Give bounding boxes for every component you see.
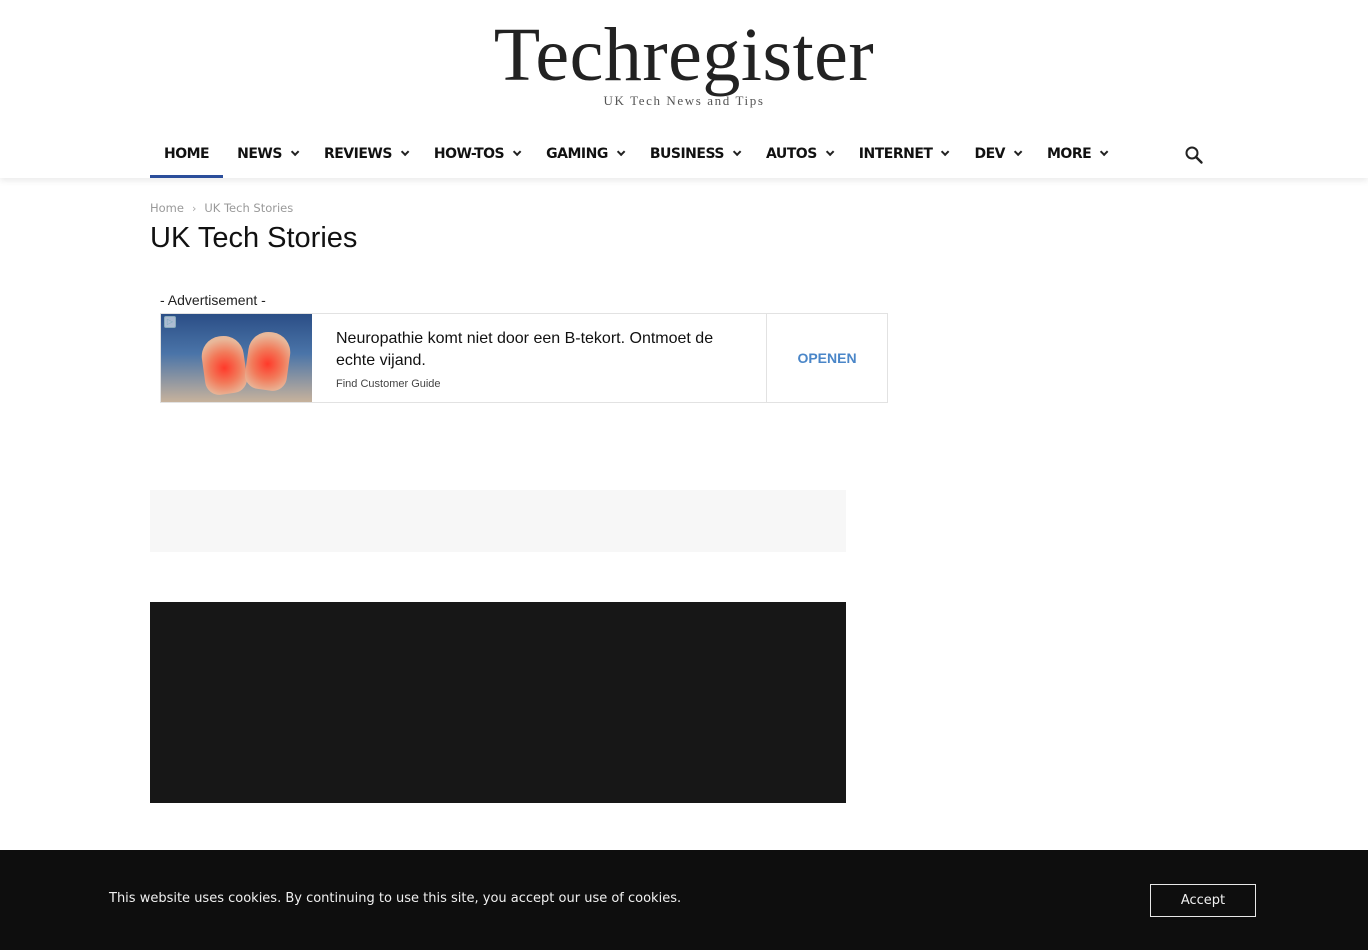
breadcrumb-separator: ›: [191, 201, 197, 215]
ad-image[interactable]: ▷: [161, 314, 312, 402]
nav-item-label: INTERNET: [858, 146, 933, 162]
breadcrumb-home-link[interactable]: Home: [150, 201, 184, 215]
nav-item-more[interactable]: MORE: [1033, 130, 1119, 178]
ad-text[interactable]: Neuropathie komt niet door een B-tekort.…: [312, 314, 766, 402]
cookie-accept-button[interactable]: Accept: [1150, 884, 1256, 917]
chevron-down-icon: [513, 147, 522, 157]
nav-item-dev[interactable]: DEV: [960, 130, 1033, 178]
nav-item-label: NEWS: [237, 146, 282, 162]
ad-image-foot: [243, 329, 293, 393]
nav-item-home[interactable]: HOME: [150, 130, 224, 178]
chevron-down-icon: [732, 147, 742, 157]
ad-image-foot: [199, 333, 249, 397]
nav-item-label: HOME: [164, 146, 210, 162]
ad-source: Find Customer Guide: [336, 378, 441, 390]
adchoices-icon[interactable]: ▷: [164, 316, 176, 328]
nav-item-internet[interactable]: INTERNET: [845, 130, 961, 178]
chevron-down-icon: [1100, 147, 1109, 157]
nav-item-label: HOW-TOS: [433, 146, 505, 162]
cookie-message: This website uses cookies. By continuing…: [109, 891, 682, 906]
chevron-down-icon: [400, 147, 410, 157]
site-logo[interactable]: Techregister: [0, 14, 1368, 96]
breadcrumb-current[interactable]: UK Tech Stories: [204, 201, 293, 215]
content-placeholder: [150, 490, 846, 552]
nav-item-label: BUSINESS: [649, 146, 725, 162]
search-icon[interactable]: [1182, 143, 1206, 167]
video-player[interactable]: [150, 602, 846, 803]
chevron-down-icon: [290, 147, 300, 157]
ad-open-button[interactable]: OPENEN: [766, 314, 887, 402]
ad-headline[interactable]: Neuropathie komt niet door een B-tekort.…: [336, 328, 742, 372]
breadcrumb: Home › UK Tech Stories: [150, 201, 293, 215]
nav-item-gaming[interactable]: GAMING: [532, 130, 636, 178]
nav-item-label: AUTOS: [765, 146, 817, 162]
nav-item-label: DEV: [974, 146, 1005, 162]
page-title: UK Tech Stories: [150, 222, 358, 254]
nav-item-how-tos[interactable]: HOW-TOS: [420, 130, 532, 178]
nav-item-business[interactable]: BUSINESS: [636, 130, 752, 178]
site-tagline: UK Tech News and Tips: [603, 93, 765, 108]
site-header: Techregister UK Tech News and Tips HOME …: [0, 0, 1368, 178]
nav-item-reviews[interactable]: REVIEWS: [310, 130, 420, 178]
nav-item-news[interactable]: NEWS: [223, 130, 310, 178]
chevron-down-icon: [616, 147, 626, 157]
nav-item-label: GAMING: [546, 146, 608, 162]
advertisement-label: - Advertisement -: [160, 292, 266, 308]
main-nav: HOME NEWS REVIEWS HOW-TOS GAMING BUSINES…: [150, 130, 1119, 178]
ad-banner[interactable]: ▷ Neuropathie komt niet door een B-tekor…: [160, 313, 888, 403]
nav-item-label: REVIEWS: [323, 146, 392, 162]
cookie-banner: This website uses cookies. By continuing…: [0, 850, 1368, 950]
chevron-down-icon: [1013, 147, 1023, 157]
nav-item-label: MORE: [1046, 146, 1092, 162]
nav-item-autos[interactable]: AUTOS: [752, 130, 845, 178]
search-icon-glyph: [1185, 146, 1203, 164]
chevron-down-icon: [941, 147, 950, 157]
chevron-down-icon: [825, 147, 835, 157]
